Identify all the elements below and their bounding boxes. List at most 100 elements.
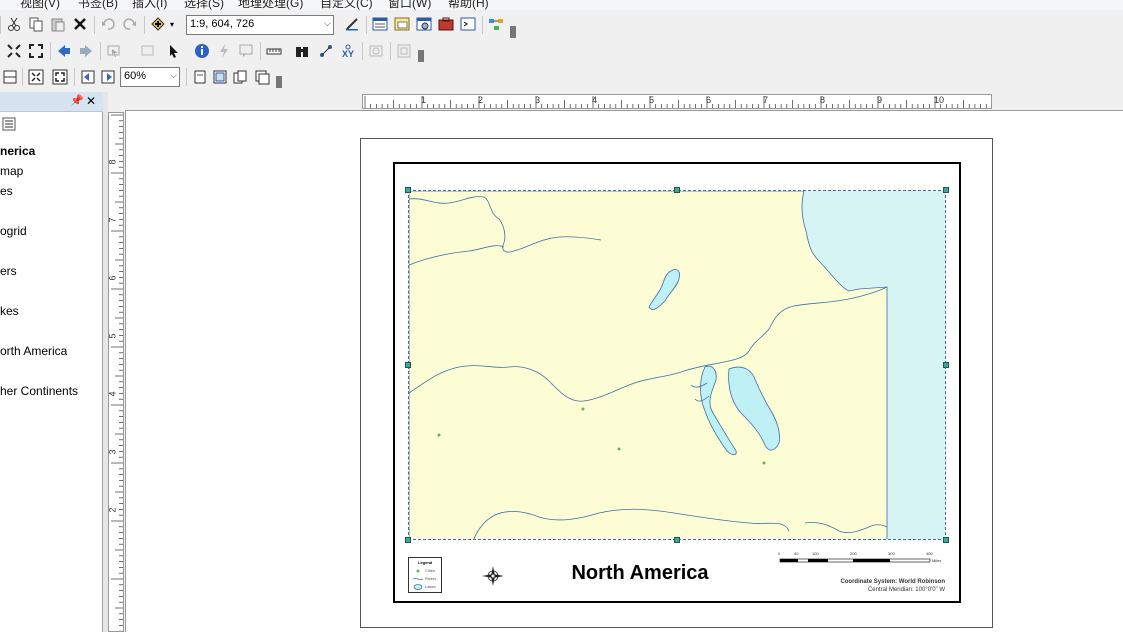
arrow-left-icon xyxy=(58,45,70,57)
legend-item-lakes: Lakes xyxy=(425,584,436,589)
editor-toolbar-button[interactable] xyxy=(342,14,362,34)
zoom-whole-page-button[interactable] xyxy=(0,67,20,87)
fixed-zoom-in-button[interactable] xyxy=(4,41,24,61)
arctoolbox-button[interactable] xyxy=(436,14,456,34)
clear-selection-icon xyxy=(141,45,154,56)
toolbar-separator xyxy=(144,16,145,34)
data-frame[interactable] xyxy=(408,190,946,540)
menu-selection[interactable]: 选择(S) xyxy=(184,0,224,10)
scale-bar[interactable]: 0 40 100 200 300 400 Miles xyxy=(778,551,941,569)
undo-icon xyxy=(102,18,115,30)
resize-handle[interactable] xyxy=(405,537,411,543)
resize-handle[interactable] xyxy=(405,187,411,193)
resize-handle[interactable] xyxy=(674,187,680,193)
redo-icon xyxy=(123,18,136,30)
toc-layer-other-continents[interactable]: her Continents xyxy=(0,384,78,398)
model-builder-button[interactable] xyxy=(486,14,506,34)
data-driven-pages-button[interactable] xyxy=(252,67,272,87)
menu-windows[interactable]: 窗口(W) xyxy=(388,0,431,10)
hyperlink-button[interactable] xyxy=(214,41,234,61)
map-title[interactable]: North America xyxy=(540,562,740,585)
catalog-window-button[interactable] xyxy=(392,14,412,34)
menu-customize[interactable]: 自定义(C) xyxy=(320,0,373,10)
select-elements-button[interactable] xyxy=(164,41,184,61)
viewer-window-icon xyxy=(397,44,411,58)
back-extent-button[interactable] xyxy=(54,41,74,61)
toc-layer-north-america[interactable]: orth America xyxy=(0,344,67,358)
map-legend[interactable]: Legend Cities Rivers Lakes xyxy=(408,557,442,593)
find-route-button[interactable] xyxy=(316,41,336,61)
close-icon[interactable]: ✕ xyxy=(86,94,96,108)
toc-data-frame[interactable]: nerica xyxy=(0,144,35,158)
create-viewer-window-button[interactable] xyxy=(394,41,414,61)
html-popup-button[interactable] xyxy=(236,41,256,61)
layout-zoom-value: 60% xyxy=(124,70,147,82)
table-of-contents-button[interactable] xyxy=(370,14,390,34)
identify-button[interactable] xyxy=(192,41,212,61)
resize-handle[interactable] xyxy=(674,537,680,543)
select-features-button[interactable] xyxy=(104,41,124,61)
toolbar-overflow-grip[interactable] xyxy=(510,26,516,38)
toolbox-icon xyxy=(438,17,454,31)
toolbar-overflow-grip[interactable] xyxy=(276,76,282,88)
layout-zoom-in-button[interactable] xyxy=(26,67,46,87)
toc-layer-rivers[interactable]: ers xyxy=(0,264,17,278)
list-icon xyxy=(2,117,16,131)
add-data-dropdown-arrow[interactable]: ▾ xyxy=(170,20,174,29)
cut-button[interactable] xyxy=(4,14,24,34)
resize-handle[interactable] xyxy=(943,537,949,543)
draft-mode-icon xyxy=(194,70,206,84)
resize-handle[interactable] xyxy=(943,187,949,193)
binoculars-icon xyxy=(296,47,308,57)
layout-zoom-out-button[interactable] xyxy=(50,67,70,87)
toc-layer-lakes[interactable]: kes xyxy=(0,304,19,318)
map-scale-combo[interactable]: 1:9, 604, 726 ⌵ xyxy=(186,15,334,35)
menu-geoprocessing[interactable]: 地理处理(G) xyxy=(238,0,303,10)
paste-button[interactable] xyxy=(48,14,68,34)
menu-bar: 视图(V) 书签(B) 插入(I) 选择(S) 地理处理(G) 自定义(C) 窗… xyxy=(0,0,1123,10)
fixed-zoom-out-button[interactable] xyxy=(26,41,46,61)
resize-handle[interactable] xyxy=(405,362,411,368)
select-features-icon xyxy=(107,45,120,57)
pin-icon[interactable]: 📌 xyxy=(70,94,84,107)
menu-bookmarks[interactable]: 书签(B) xyxy=(78,0,118,10)
python-window-button[interactable] xyxy=(458,14,478,34)
toggle-draft-mode-button[interactable] xyxy=(190,67,210,87)
layout-zoom-combo[interactable]: 60% ⌵ xyxy=(120,67,180,87)
north-arrow[interactable] xyxy=(480,564,506,588)
toc-layer-basemap[interactable]: map xyxy=(0,164,23,178)
undo-button[interactable] xyxy=(98,14,118,34)
copy-button[interactable] xyxy=(26,14,46,34)
menu-view[interactable]: 视图(V) xyxy=(20,0,60,10)
map-scale-value: 1:9, 604, 726 xyxy=(190,18,255,30)
time-slider-button[interactable] xyxy=(366,41,386,61)
clear-selection-button[interactable] xyxy=(138,41,158,61)
menu-insert[interactable]: 插入(I) xyxy=(132,0,167,10)
info-icon xyxy=(195,44,209,58)
menu-help[interactable]: 帮助(H) xyxy=(448,0,489,10)
measure-button[interactable] xyxy=(264,41,284,61)
find-button[interactable] xyxy=(292,41,312,61)
search-window-button[interactable] xyxy=(414,14,434,34)
forward-extent-button[interactable] xyxy=(76,41,96,61)
redo-button[interactable] xyxy=(120,14,140,34)
list-by-drawing-order-button[interactable] xyxy=(2,117,16,134)
delete-button[interactable] xyxy=(70,14,90,34)
toc-layer-es[interactable]: es xyxy=(0,184,13,198)
go-forward-extent-button[interactable] xyxy=(98,67,118,87)
focus-data-frame-button[interactable] xyxy=(210,67,230,87)
toc-layer-geogrid[interactable]: ogrid xyxy=(0,224,27,238)
go-back-extent-button[interactable] xyxy=(78,67,98,87)
toolbar-separator xyxy=(50,42,51,60)
horizontal-ruler-ticks xyxy=(364,96,987,108)
xy-icon: XY xyxy=(342,44,354,59)
go-to-xy-button[interactable]: XY xyxy=(338,41,358,61)
change-layout-button[interactable] xyxy=(230,67,250,87)
lake-symbol-icon xyxy=(413,584,423,590)
change-layout-icon xyxy=(233,70,247,84)
add-data-button[interactable] xyxy=(148,14,168,34)
coordinate-system-text[interactable]: Coordinate System: World Robinson Centra… xyxy=(800,578,945,594)
central-meridian-label: Central Meridian: 100°0'0" W xyxy=(867,587,945,593)
resize-handle[interactable] xyxy=(943,362,949,368)
toolbar-overflow-grip[interactable] xyxy=(418,50,424,62)
